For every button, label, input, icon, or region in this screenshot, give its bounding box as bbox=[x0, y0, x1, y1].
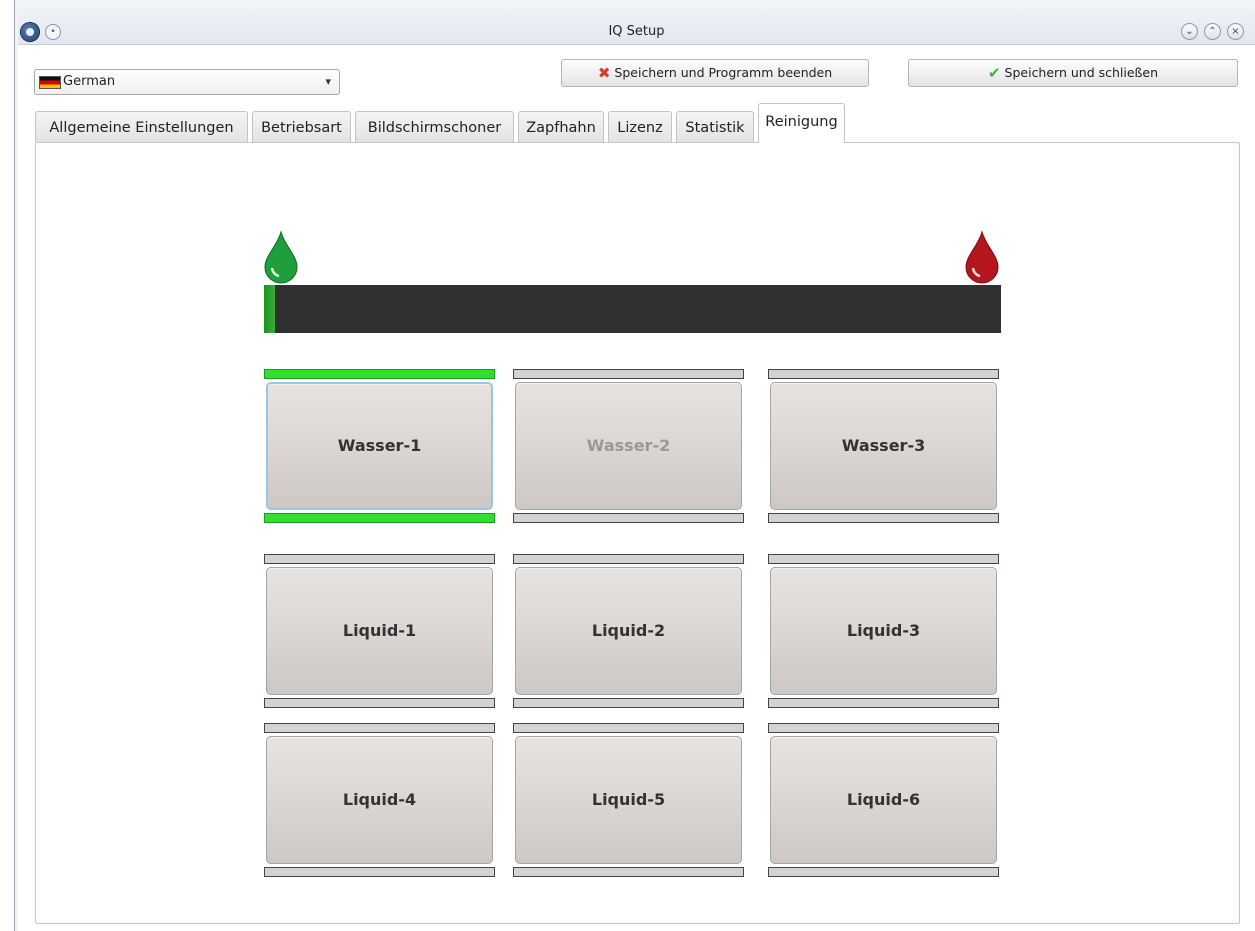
wasser-3-button[interactable]: Wasser-3 bbox=[770, 382, 997, 510]
indicator-top bbox=[264, 723, 495, 733]
wasser-2-button[interactable]: Wasser-2 bbox=[515, 382, 742, 510]
cleaning-progress-bar bbox=[264, 285, 1001, 333]
slot-liquid-3: Liquid-3 bbox=[768, 554, 999, 708]
indicator-bottom bbox=[513, 867, 744, 877]
indicator-top bbox=[768, 554, 999, 564]
slot-wasser-1: Wasser-1 bbox=[264, 369, 495, 523]
slot-liquid-6: Liquid-6 bbox=[768, 723, 999, 877]
slot-liquid-1: Liquid-1 bbox=[264, 554, 495, 708]
liquid-6-button[interactable]: Liquid-6 bbox=[770, 736, 997, 864]
slot-liquid-4: Liquid-4 bbox=[264, 723, 495, 877]
indicator-top bbox=[513, 554, 744, 564]
liquid-4-button[interactable]: Liquid-4 bbox=[266, 736, 493, 864]
language-select[interactable]: German ▾ bbox=[34, 69, 340, 95]
indicator-top bbox=[513, 369, 744, 379]
language-value: German bbox=[63, 74, 116, 89]
slot-wasser-3: Wasser-3 bbox=[768, 369, 999, 523]
indicator-bottom bbox=[768, 513, 999, 523]
red-x-icon: ✖ bbox=[597, 64, 611, 82]
liquid-3-button[interactable]: Liquid-3 bbox=[770, 567, 997, 695]
indicator-bottom bbox=[264, 698, 495, 708]
indicator-top bbox=[768, 369, 999, 379]
active-indicator-bottom bbox=[264, 513, 495, 523]
germany-flag-icon bbox=[39, 76, 61, 89]
green-drop-icon bbox=[264, 230, 298, 284]
tab-zapfhahn[interactable]: Zapfhahn bbox=[518, 111, 604, 142]
indicator-bottom bbox=[768, 867, 999, 877]
indicator-top bbox=[768, 723, 999, 733]
save-and-close-button[interactable]: ✔ Speichern und schließen bbox=[908, 59, 1238, 87]
tab-reinigung[interactable]: Reinigung bbox=[758, 103, 845, 143]
indicator-bottom bbox=[264, 867, 495, 877]
title-bar: • IQ Setup ⌄ ⌃ × bbox=[18, 0, 1255, 45]
indicator-bottom bbox=[513, 698, 744, 708]
liquid-1-button[interactable]: Liquid-1 bbox=[266, 567, 493, 695]
tab-lizenz[interactable]: Lizenz bbox=[608, 111, 672, 142]
red-drop-icon bbox=[965, 230, 999, 284]
tab-bildschirmschoner[interactable]: Bildschirmschoner bbox=[355, 111, 514, 142]
green-check-icon: ✔ bbox=[987, 64, 1001, 82]
indicator-top bbox=[264, 554, 495, 564]
wasser-1-button[interactable]: Wasser-1 bbox=[266, 382, 493, 510]
tab-statistik[interactable]: Statistik bbox=[676, 111, 754, 142]
slot-liquid-2: Liquid-2 bbox=[513, 554, 744, 708]
window-left-frame bbox=[0, 0, 18, 931]
slot-wasser-2: Wasser-2 bbox=[513, 369, 744, 523]
save-and-quit-label: Speichern und Programm beenden bbox=[614, 65, 833, 80]
liquid-2-button[interactable]: Liquid-2 bbox=[515, 567, 742, 695]
tab-betriebsart[interactable]: Betriebsart bbox=[252, 111, 351, 142]
window-title: IQ Setup bbox=[608, 24, 665, 39]
indicator-bottom bbox=[768, 698, 999, 708]
maximize-icon[interactable]: ⌃ bbox=[1204, 23, 1221, 40]
indicator-bottom bbox=[513, 513, 744, 523]
indicator-top bbox=[513, 723, 744, 733]
slot-liquid-5: Liquid-5 bbox=[513, 723, 744, 877]
liquid-5-button[interactable]: Liquid-5 bbox=[515, 736, 742, 864]
active-indicator-top bbox=[264, 369, 495, 379]
minimize-icon[interactable]: ⌄ bbox=[1181, 23, 1198, 40]
save-and-close-label: Speichern und schließen bbox=[1004, 65, 1159, 80]
tab-allgemeine-einstellungen[interactable]: Allgemeine Einstellungen bbox=[35, 111, 248, 142]
close-icon[interactable]: × bbox=[1227, 23, 1244, 40]
cleaning-progress-fill bbox=[264, 285, 276, 333]
save-and-quit-button[interactable]: ✖ Speichern und Programm beenden bbox=[561, 59, 869, 87]
chevron-down-icon[interactable]: ▾ bbox=[325, 70, 331, 94]
